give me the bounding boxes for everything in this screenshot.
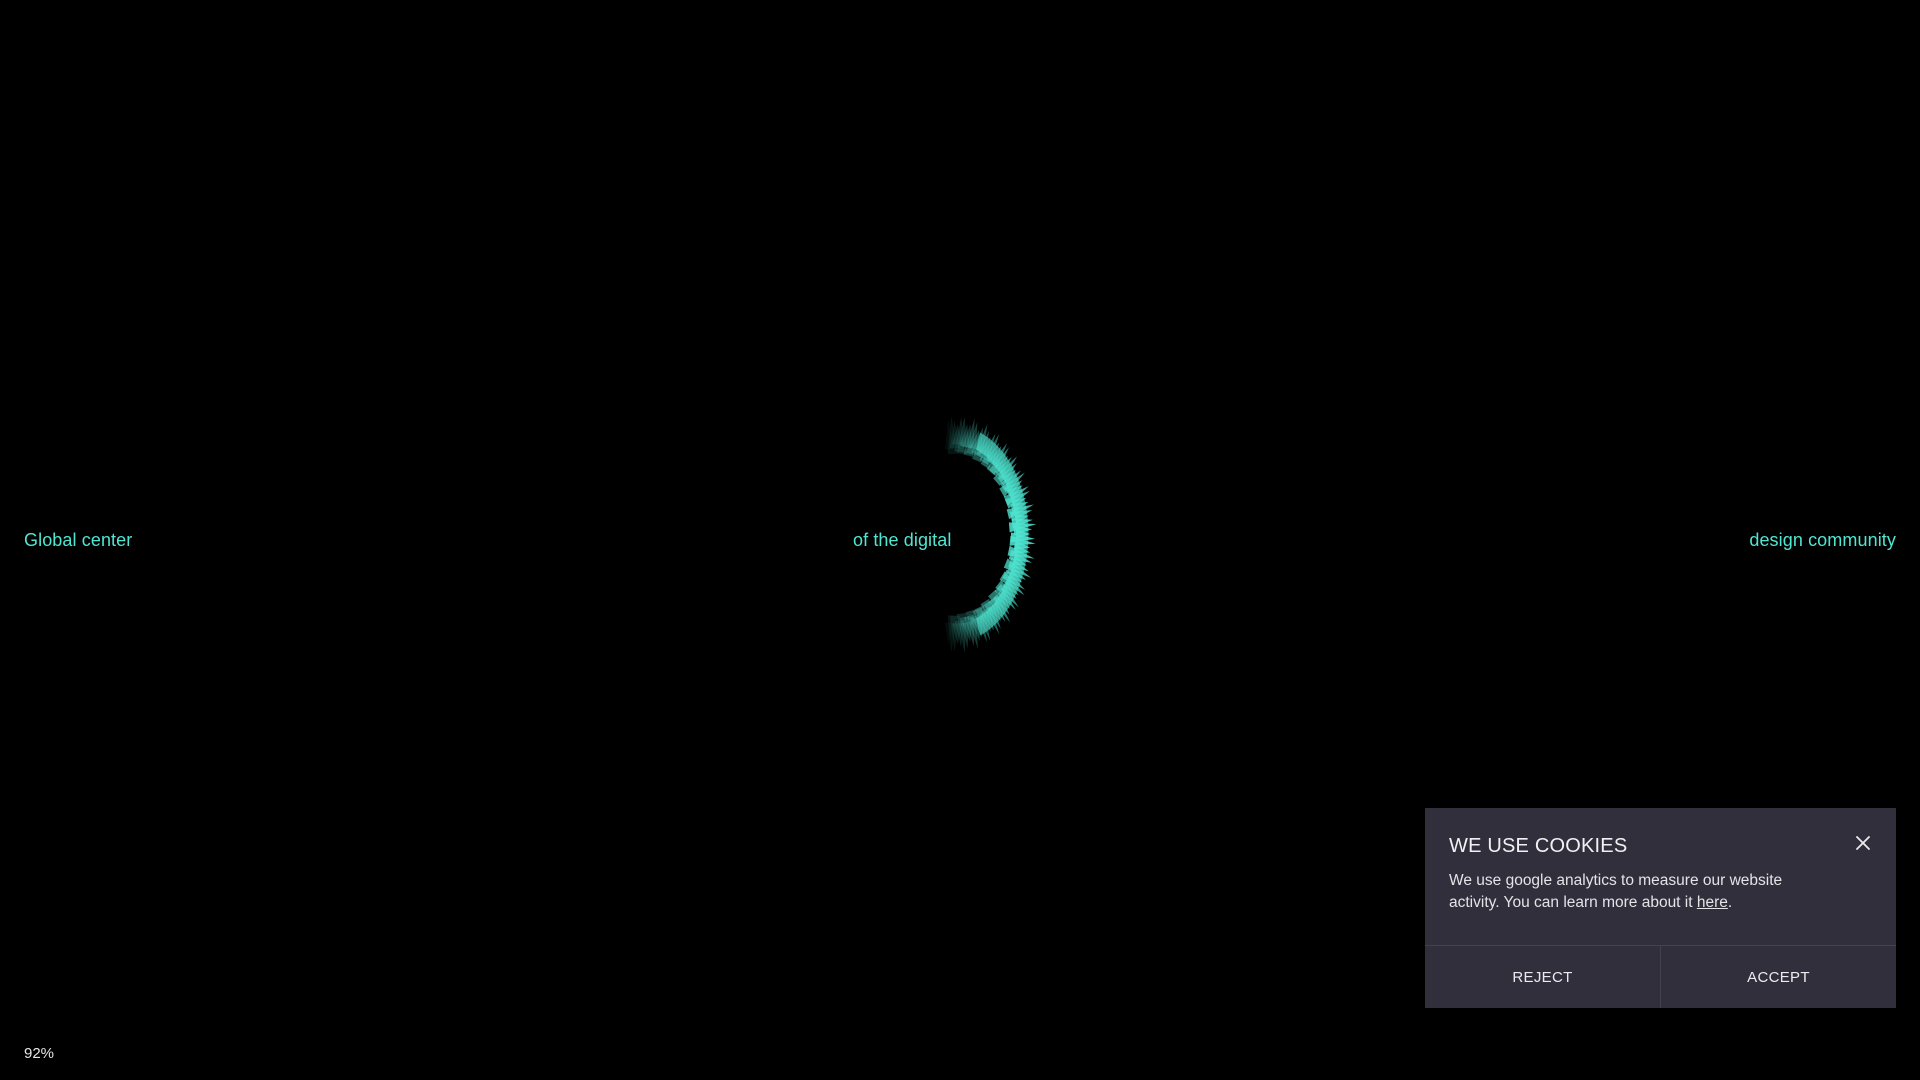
- cookie-banner-body: WE USE COOKIES We use google analytics t…: [1425, 808, 1896, 946]
- cookie-banner-actions: REJECT ACCEPT: [1425, 945, 1896, 1008]
- reject-button[interactable]: REJECT: [1425, 946, 1660, 1008]
- cookie-banner-title: WE USE COOKIES: [1449, 835, 1628, 857]
- close-icon[interactable]: [1854, 834, 1872, 852]
- cookie-banner-text: We use google analytics to measure our w…: [1449, 870, 1819, 914]
- hero-text-right: design community: [1749, 530, 1896, 550]
- accept-button[interactable]: ACCEPT: [1660, 946, 1896, 1008]
- cookie-learn-more-link[interactable]: here: [1697, 894, 1728, 911]
- loading-progress: 92%: [24, 1045, 55, 1062]
- cookie-banner: WE USE COOKIES We use google analytics t…: [1425, 808, 1896, 1008]
- hero-text-center: of the digital: [853, 530, 952, 550]
- page: Global center of the digital design comm…: [0, 0, 1920, 1080]
- close-icon-graphic: [1856, 836, 1870, 850]
- hero-text-left: Global center: [24, 530, 133, 550]
- cookie-banner-text-end: .: [1727, 894, 1733, 911]
